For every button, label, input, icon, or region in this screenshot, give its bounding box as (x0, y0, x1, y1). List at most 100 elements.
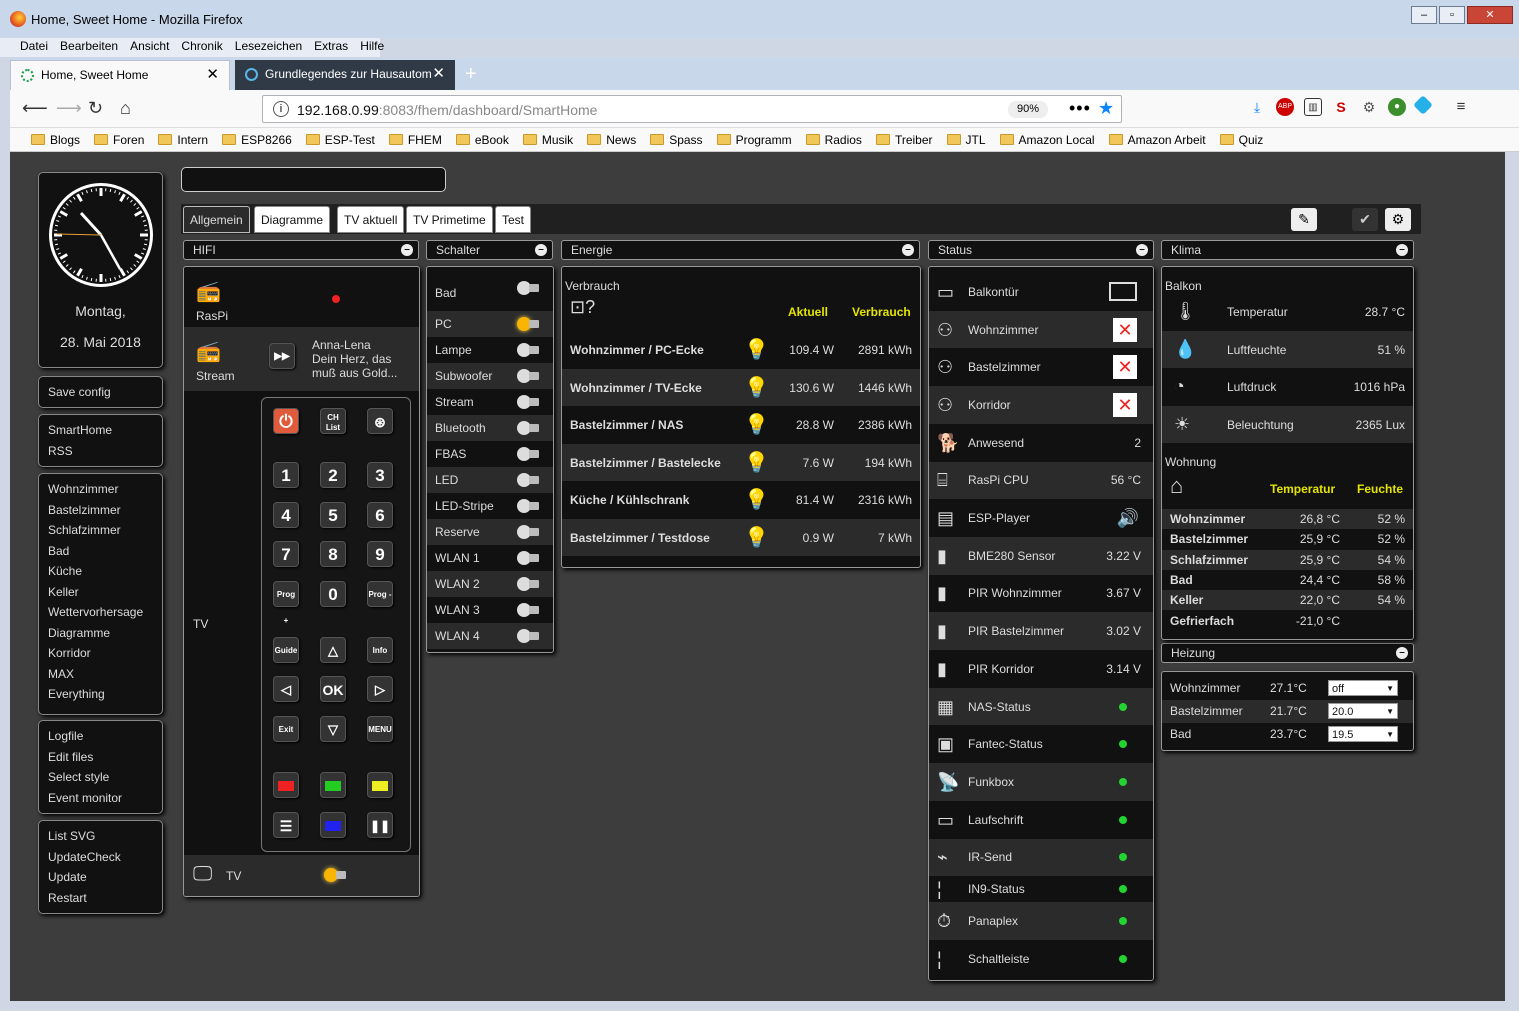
menu-datei[interactable]: Datei (14, 38, 54, 57)
heating-setpoint-select[interactable]: 20.0 ▼ (1328, 703, 1398, 719)
menu-bearbeiten[interactable]: Bearbeiten (54, 38, 124, 57)
settings-gear-icon[interactable]: ⚙ (1385, 208, 1411, 231)
sidebar-link[interactable]: Select style (39, 767, 162, 788)
switch-bulb-icon[interactable] (517, 603, 539, 617)
close-window-button[interactable]: ✕ (1467, 6, 1513, 24)
green-button[interactable] (320, 772, 346, 798)
switch-bulb-icon[interactable] (517, 369, 539, 383)
yellow-button[interactable] (367, 772, 393, 798)
key-4[interactable]: 4 (273, 502, 299, 528)
menu-ansicht[interactable]: Ansicht (124, 38, 175, 57)
menu-button[interactable]: MENU (367, 716, 393, 742)
download-icon[interactable]: ⤓ (1248, 98, 1266, 116)
bookmark-12[interactable]: Treiber (869, 128, 940, 151)
ch-list-button[interactable]: CH List (320, 408, 346, 434)
checkmark-icon[interactable]: ✔ (1352, 208, 1378, 231)
tv-bulb-icon[interactable] (324, 868, 346, 882)
key-6[interactable]: 6 (367, 502, 393, 528)
switch-bulb-icon[interactable] (517, 525, 539, 539)
tab-diagramme[interactable]: Diagramme (254, 206, 331, 233)
s-extension-icon[interactable]: S (1332, 98, 1350, 116)
forward-button[interactable]: ⟶ (56, 98, 82, 119)
cube-extension-icon[interactable] (1413, 95, 1433, 115)
zoom-badge[interactable]: 90% (1008, 101, 1048, 118)
sidebar-link[interactable]: Save config (39, 382, 162, 403)
bookmark-4[interactable]: ESP-Test (299, 128, 382, 151)
sidebar-link[interactable]: Korridor (39, 643, 162, 664)
key-2[interactable]: 2 (320, 462, 346, 488)
collapse-icon[interactable]: – (535, 244, 547, 256)
key-1[interactable]: 1 (273, 462, 299, 488)
switch-bulb-icon[interactable] (517, 343, 539, 357)
minimize-button[interactable]: ‒ (1411, 6, 1437, 24)
sidebar-link[interactable]: Bad (39, 541, 162, 562)
switch-bulb-icon[interactable] (517, 421, 539, 435)
hamburger-menu-icon[interactable]: ≡ (1452, 98, 1470, 116)
globe-extension-icon[interactable]: ● (1388, 98, 1406, 116)
sidebar-link[interactable]: Wettervorhersage (39, 602, 162, 623)
tab-tv-aktuell[interactable]: TV aktuell (337, 206, 405, 233)
down-arrow-icon[interactable]: ▽ (320, 716, 346, 742)
bookmark-8[interactable]: News (580, 128, 643, 151)
sidebar-link[interactable]: Edit files (39, 747, 162, 768)
close-tab-icon[interactable]: ✕ (206, 61, 219, 89)
sidebar-link[interactable]: Restart (39, 888, 162, 909)
switch-bulb-icon[interactable] (517, 317, 539, 331)
tab-home-sweet-home[interactable]: Home, Sweet Home ✕ (10, 60, 230, 90)
bookmark-15[interactable]: Amazon Arbeit (1102, 128, 1213, 151)
sidebar-link[interactable]: Logfile (39, 726, 162, 747)
menu-lesezeichen[interactable]: Lesezeichen (229, 38, 308, 57)
right-arrow-icon[interactable]: ▷ (367, 676, 393, 702)
edit-pencil-icon[interactable]: ✎ (1291, 208, 1317, 231)
bookmark-14[interactable]: Amazon Local (993, 128, 1102, 151)
sidebar-link[interactable]: Event monitor (39, 788, 162, 809)
bookmark-5[interactable]: FHEM (382, 128, 449, 151)
heating-setpoint-select[interactable]: off ▼ (1328, 680, 1398, 696)
maximize-button[interactable]: ▫ (1439, 6, 1465, 24)
panel-header-schalter[interactable]: Schalter – (426, 240, 553, 260)
bookmark-9[interactable]: Spass (643, 128, 709, 151)
red-button[interactable] (273, 772, 299, 798)
ok-button[interactable]: OK (320, 676, 346, 702)
collapse-icon[interactable]: – (401, 244, 413, 256)
switch-bulb-icon[interactable] (517, 473, 539, 487)
menu-extras[interactable]: Extras (308, 38, 354, 57)
sidebar-link[interactable]: SmartHome (39, 420, 162, 441)
switch-bulb-icon[interactable] (517, 447, 539, 461)
collapse-icon[interactable]: – (1396, 244, 1408, 256)
sidebar-link[interactable]: Update (39, 867, 162, 888)
info-button[interactable]: Info (367, 637, 393, 663)
tab-tv-primetime[interactable]: TV Primetime (406, 206, 493, 233)
gear-extension-icon[interactable]: ⚙ (1360, 98, 1378, 116)
panel-header-energie[interactable]: Energie – (561, 240, 920, 260)
collapse-icon[interactable]: – (902, 244, 914, 256)
tab-test[interactable]: Test (495, 206, 532, 233)
sidebar-link[interactable]: Keller (39, 582, 162, 603)
page-actions-icon[interactable]: ••• (1069, 98, 1091, 119)
switch-bulb-icon[interactable] (517, 551, 539, 565)
switch-bulb-icon[interactable] (517, 499, 539, 513)
back-button[interactable]: ⟵ (22, 98, 48, 119)
new-tab-button[interactable]: + (465, 60, 477, 88)
bookmark-6[interactable]: eBook (449, 128, 516, 151)
panel-header-klima[interactable]: Klima – (1161, 240, 1414, 260)
panel-header-heizung[interactable]: Heizung – (1161, 643, 1414, 663)
sidebar-link[interactable]: MAX (39, 664, 162, 685)
panel-header-hifi[interactable]: HIFI – (183, 240, 419, 260)
bookmark-1[interactable]: Foren (87, 128, 151, 151)
key-7[interactable]: 7 (273, 541, 299, 567)
command-input[interactable] (181, 167, 446, 192)
switch-bulb-icon[interactable] (517, 395, 539, 409)
sidebar-link[interactable]: RSS (39, 441, 162, 462)
key-8[interactable]: 8 (320, 541, 346, 567)
blue-button[interactable] (320, 812, 346, 838)
play-forward-button[interactable]: ▶▶ (269, 343, 295, 369)
home-button[interactable]: ⌂ (120, 98, 131, 119)
guide-button[interactable]: Guide (273, 637, 299, 663)
bookmark-0[interactable]: Blogs (24, 128, 87, 151)
adblock-icon[interactable]: ABP (1276, 98, 1294, 116)
bookmark-13[interactable]: JTL (940, 128, 993, 151)
bookmark-7[interactable]: Musik (516, 128, 580, 151)
panel-header-status[interactable]: Status – (928, 240, 1154, 260)
sidebar-link[interactable]: Diagramme (39, 623, 162, 644)
